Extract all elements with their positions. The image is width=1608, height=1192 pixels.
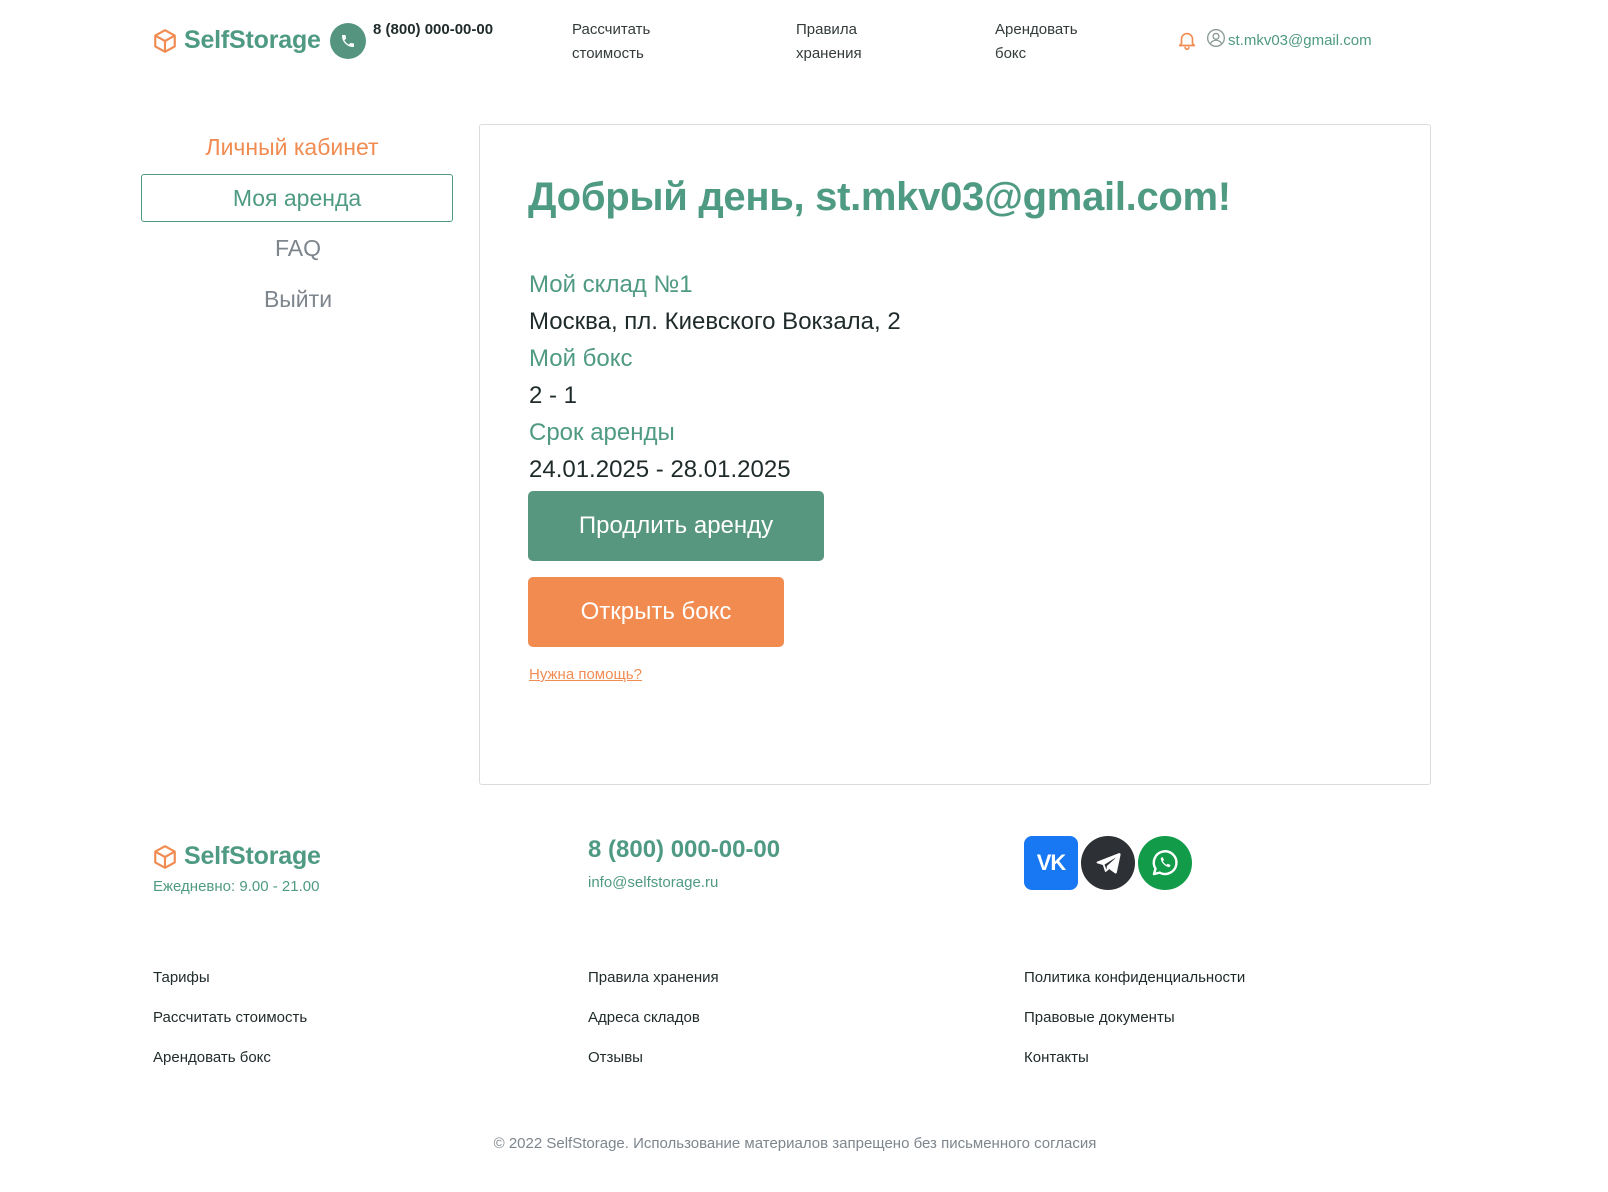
bell-icon[interactable] [1176, 28, 1198, 57]
warehouse-address: Москва, пл. Киевского Вокзала, 2 [529, 308, 901, 335]
footer-link-privacy[interactable]: Политика конфиденциальности [1024, 969, 1245, 986]
site-header: SelfStorage 8 (800) 000-00-00 Рассчитать… [0, 0, 1608, 90]
vk-icon[interactable]: VK [1024, 836, 1078, 890]
page-title: Добрый день, st.mkv03@gmail.com! [528, 175, 1231, 219]
sidebar-item-faq[interactable]: FAQ [146, 235, 450, 262]
nav-calculate-cost[interactable]: Рассчитать стоимость [572, 18, 682, 66]
nav-rent-box[interactable]: Арендовать бокс [995, 18, 1105, 66]
footer-link-storage-rules[interactable]: Правила хранения [588, 969, 719, 986]
box-label: Мой бокс [529, 345, 633, 372]
phone-icon[interactable] [330, 23, 366, 59]
user-account-link[interactable]: st.mkv03@gmail.com [1206, 28, 1372, 53]
rental-term-value: 24.01.2025 - 28.01.2025 [529, 456, 791, 483]
sidebar-item-logout[interactable]: Выйти [146, 286, 450, 313]
footer-brand-name: SelfStorage [184, 842, 321, 870]
sidebar-title: Личный кабинет [205, 134, 379, 160]
footer-link-contacts[interactable]: Контакты [1024, 1049, 1089, 1066]
header-logo[interactable]: SelfStorage [152, 26, 321, 55]
extend-rent-button[interactable]: Продлить аренду [528, 491, 824, 561]
sidebar-item-my-rent[interactable]: Моя аренда [141, 174, 453, 222]
help-link[interactable]: Нужна помощь? [529, 666, 642, 683]
open-box-button[interactable]: Открыть бокс [528, 577, 784, 647]
warehouse-label: Мой склад №1 [529, 271, 693, 298]
vk-logo-text: VK [1036, 850, 1067, 875]
rental-term-label: Срок аренды [529, 419, 675, 446]
user-icon [1206, 28, 1226, 53]
telegram-icon[interactable] [1081, 836, 1135, 890]
user-email: st.mkv03@gmail.com [1228, 32, 1372, 49]
footer-logo[interactable]: SelfStorage [152, 842, 321, 871]
box-icon [152, 28, 178, 54]
box-value: 2 - 1 [529, 382, 578, 409]
footer-phone[interactable]: 8 (800) 000-00-00 [588, 836, 780, 864]
copyright: © 2022 SelfStorage. Использование матери… [493, 1135, 1097, 1152]
footer-link-legal[interactable]: Правовые документы [1024, 1009, 1175, 1026]
whatsapp-icon[interactable] [1138, 836, 1192, 890]
working-hours: Ежедневно: 9.00 - 21.00 [153, 878, 320, 895]
footer-link-tariffs[interactable]: Тарифы [153, 969, 210, 986]
footer-link-calculate[interactable]: Рассчитать стоимость [153, 1009, 307, 1026]
footer-link-reviews[interactable]: Отзывы [588, 1049, 643, 1066]
box-icon [152, 844, 178, 870]
footer-link-warehouse-addresses[interactable]: Адреса складов [588, 1009, 700, 1026]
rental-card: Добрый день, st.mkv03@gmail.com! Мой скл… [479, 124, 1431, 785]
header-phone[interactable]: 8 (800) 000-00-00 [373, 18, 513, 42]
brand-name: SelfStorage [184, 26, 321, 54]
footer-email[interactable]: info@selfstorage.ru [588, 874, 718, 891]
footer-link-rent-box[interactable]: Арендовать бокс [153, 1049, 271, 1066]
nav-storage-rules[interactable]: Правила хранения [796, 18, 886, 66]
